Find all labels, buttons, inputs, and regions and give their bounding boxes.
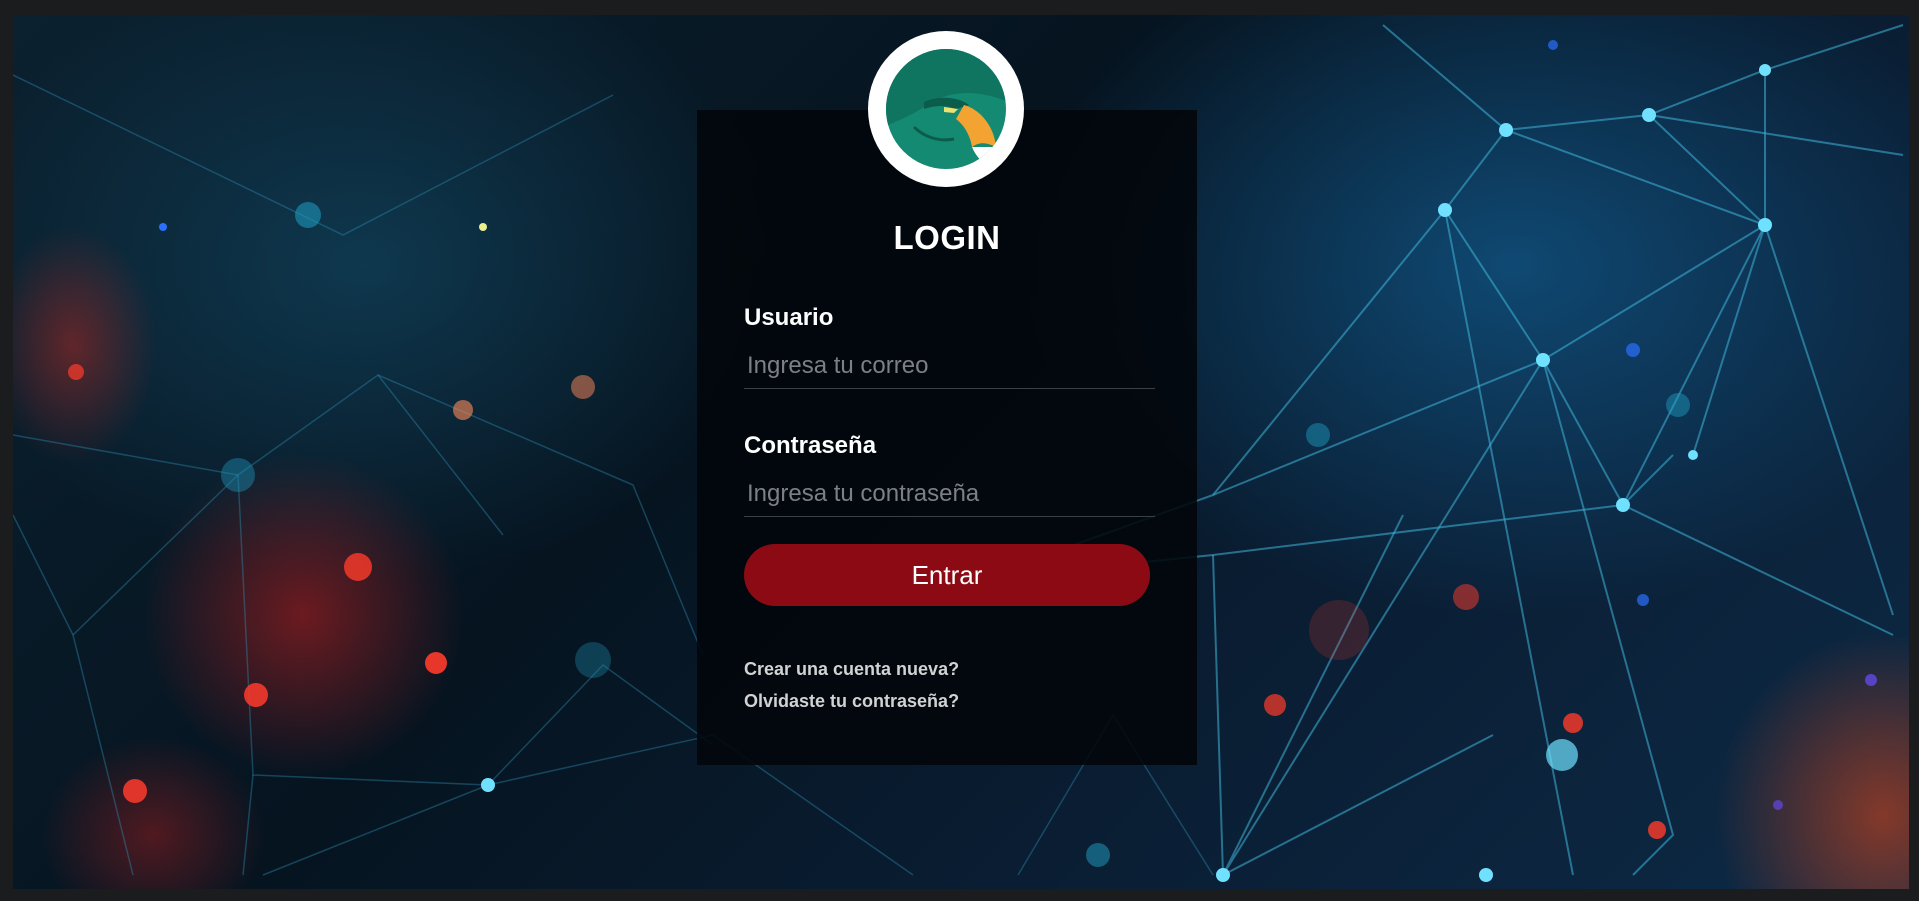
username-input[interactable] — [744, 343, 1155, 389]
eagle-logo-icon — [868, 31, 1024, 187]
create-account-link[interactable]: Crear una cuenta nueva? — [744, 659, 959, 680]
password-label: Contraseña — [744, 432, 877, 459]
forgot-password-link[interactable]: Olvidaste tu contraseña? — [744, 691, 959, 712]
password-input[interactable] — [744, 471, 1155, 517]
login-submit-button[interactable]: Entrar — [744, 544, 1150, 606]
login-title: LOGIN — [893, 219, 1001, 256]
username-label: Usuario — [744, 304, 834, 331]
